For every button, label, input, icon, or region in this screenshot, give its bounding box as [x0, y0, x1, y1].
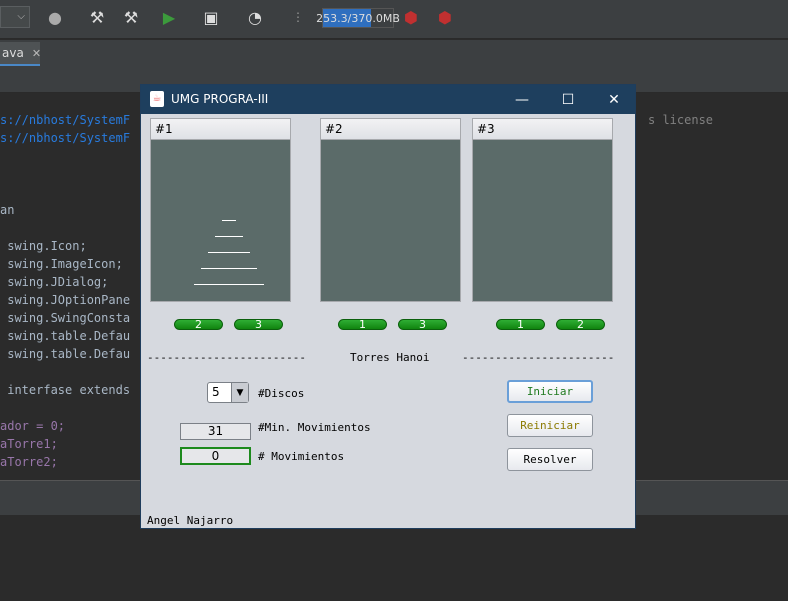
code-line: an [0, 203, 15, 217]
code-line: ador = 0; [0, 419, 66, 433]
disk [222, 220, 236, 221]
toolbar-divider: ⋮ [292, 10, 304, 24]
tower-3-move-button[interactable]: 1 [496, 319, 545, 330]
memory-label: 253.3/370.0MB [316, 11, 400, 25]
code-line: s://nbhost/SystemF [0, 131, 131, 145]
dialog-title: UMG PROGRA-III [171, 92, 269, 106]
tower-1-move-button[interactable]: 2 [174, 319, 223, 330]
globe-icon[interactable]: ● [44, 6, 66, 28]
hammer-icon[interactable]: ⚒ [86, 6, 108, 28]
code-line: interfase extends [0, 383, 131, 397]
tower-2-label: #2 [321, 119, 460, 140]
code-line: s://nbhost/SystemF [0, 113, 131, 127]
code-line: swing.table.Defau [0, 347, 131, 361]
moves-field: 0 [180, 447, 251, 465]
tower-2: #2 [320, 118, 461, 302]
hanoi-dialog: ☕ UMG PROGRA-III — ☐ ✕ #1 #2 #3 2 3 1 3 … [140, 84, 636, 529]
tower-3-label: #3 [473, 119, 612, 140]
code-line: swing.SwingConsta [0, 311, 131, 325]
code-line: swing.JDialog; [0, 275, 109, 289]
disk [194, 284, 264, 285]
min-moves-label: #Min. Movimientos [258, 421, 371, 434]
close-icon[interactable]: ✕ [32, 47, 41, 60]
gc-all-icon[interactable]: ⬢ [434, 6, 456, 28]
dialog-titlebar: ☕ UMG PROGRA-III — ☐ ✕ [141, 85, 635, 114]
tower-1-move-button[interactable]: 3 [234, 319, 283, 330]
profile-icon[interactable]: ◔ [244, 6, 266, 28]
tower-1-label: #1 [151, 119, 290, 140]
clean-build-icon[interactable]: ⚒ [120, 6, 142, 28]
tower-2-move-button[interactable]: 1 [338, 319, 387, 330]
disk [201, 268, 257, 269]
moves-label: # Movimientos [258, 450, 345, 463]
discos-label: #Discos [258, 387, 305, 400]
chevron-down-icon[interactable]: ▼ [231, 383, 248, 402]
discos-select[interactable]: 5 ▼ [207, 382, 249, 403]
section-title: Torres Hanoi [350, 351, 430, 364]
config-combo[interactable]: ⌵ [0, 6, 30, 28]
disk [208, 252, 250, 253]
java-icon: ☕ [150, 91, 164, 107]
gc-icon[interactable]: ⬢ [400, 6, 422, 28]
tab-label: ava [2, 46, 24, 60]
code-line: swing.Icon; [0, 239, 87, 253]
resolver-button[interactable]: Resolver [507, 448, 593, 471]
code-comment: s license [648, 113, 714, 127]
code-line: swing.ImageIcon; [0, 257, 123, 271]
separator-right: ----------------------- [462, 351, 615, 364]
tower-1: #1 [150, 118, 291, 302]
separator-left: ------------------------ [147, 351, 306, 364]
iniciar-button[interactable]: Iniciar [507, 380, 593, 403]
editor-tab-bar [0, 40, 788, 68]
discos-value: 5 [212, 385, 220, 399]
maximize-button[interactable]: ☐ [545, 85, 591, 114]
code-line: swing.JOptionPane [0, 293, 131, 307]
run-icon[interactable]: ▶ [158, 6, 180, 28]
memory-indicator[interactable]: 253.3/370.0MB [316, 8, 400, 28]
minimize-button[interactable]: — [499, 85, 545, 114]
code-line: aTorre2; [0, 455, 58, 469]
editor-tab[interactable]: ava ✕ [0, 42, 41, 66]
code-line: aTorre1; [0, 437, 58, 451]
code-line: swing.table.Defau [0, 329, 131, 343]
disk [215, 236, 243, 237]
debug-icon[interactable]: ▣ [200, 6, 222, 28]
tower-2-move-button[interactable]: 3 [398, 319, 447, 330]
close-button[interactable]: ✕ [591, 85, 637, 114]
tower-3: #3 [472, 118, 613, 302]
author-label: Angel Najarro [147, 514, 234, 527]
tower-3-move-button[interactable]: 2 [556, 319, 605, 330]
reiniciar-button[interactable]: Reiniciar [507, 414, 593, 437]
min-moves-field: 31 [180, 423, 251, 440]
